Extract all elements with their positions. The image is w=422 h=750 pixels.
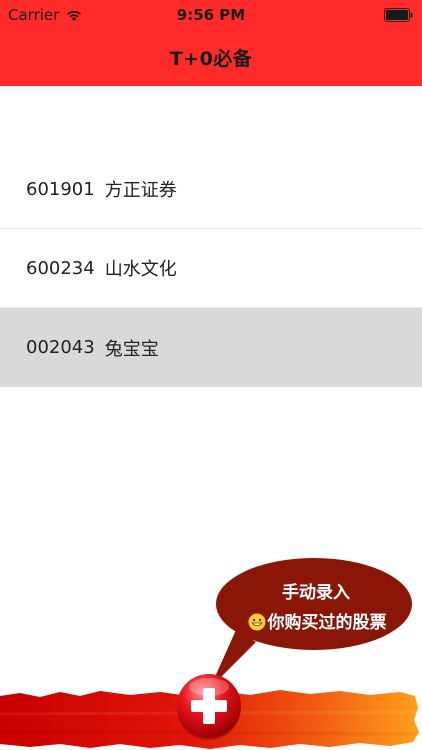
add-stock-button[interactable] xyxy=(174,671,244,741)
navigation-header: Carrier 9:56 PM T+0必备 xyxy=(0,0,422,86)
stock-name: 兔宝宝 xyxy=(104,338,159,360)
status-bar: Carrier 9:56 PM xyxy=(0,0,422,30)
tip-line-2: 你购买过的股票 xyxy=(222,608,412,633)
tip-line-2-text: 你购买过的股票 xyxy=(267,613,387,633)
stock-name: 山水文化 xyxy=(104,259,177,280)
stock-row-selected[interactable]: 002043 兔宝宝 xyxy=(0,308,422,387)
stock-row[interactable]: 600234 山水文化 xyxy=(0,229,422,308)
stock-code: 002043 xyxy=(26,337,95,358)
stock-name: 方正证券 xyxy=(104,180,177,201)
page-title: T+0必备 xyxy=(169,48,253,70)
battery-icon xyxy=(384,8,413,22)
status-time: 9:56 PM xyxy=(176,6,246,24)
grinning-face-icon xyxy=(248,613,265,631)
tip-line-1: 手动录入 xyxy=(282,583,350,603)
stock-code: 601901 xyxy=(26,178,95,200)
stock-code: 600234 xyxy=(26,257,95,279)
stock-row[interactable]: 601901 方正证券 xyxy=(0,150,422,229)
stock-list: 601901 方正证券 600234 山水文化 002043 兔宝宝 xyxy=(0,150,422,387)
